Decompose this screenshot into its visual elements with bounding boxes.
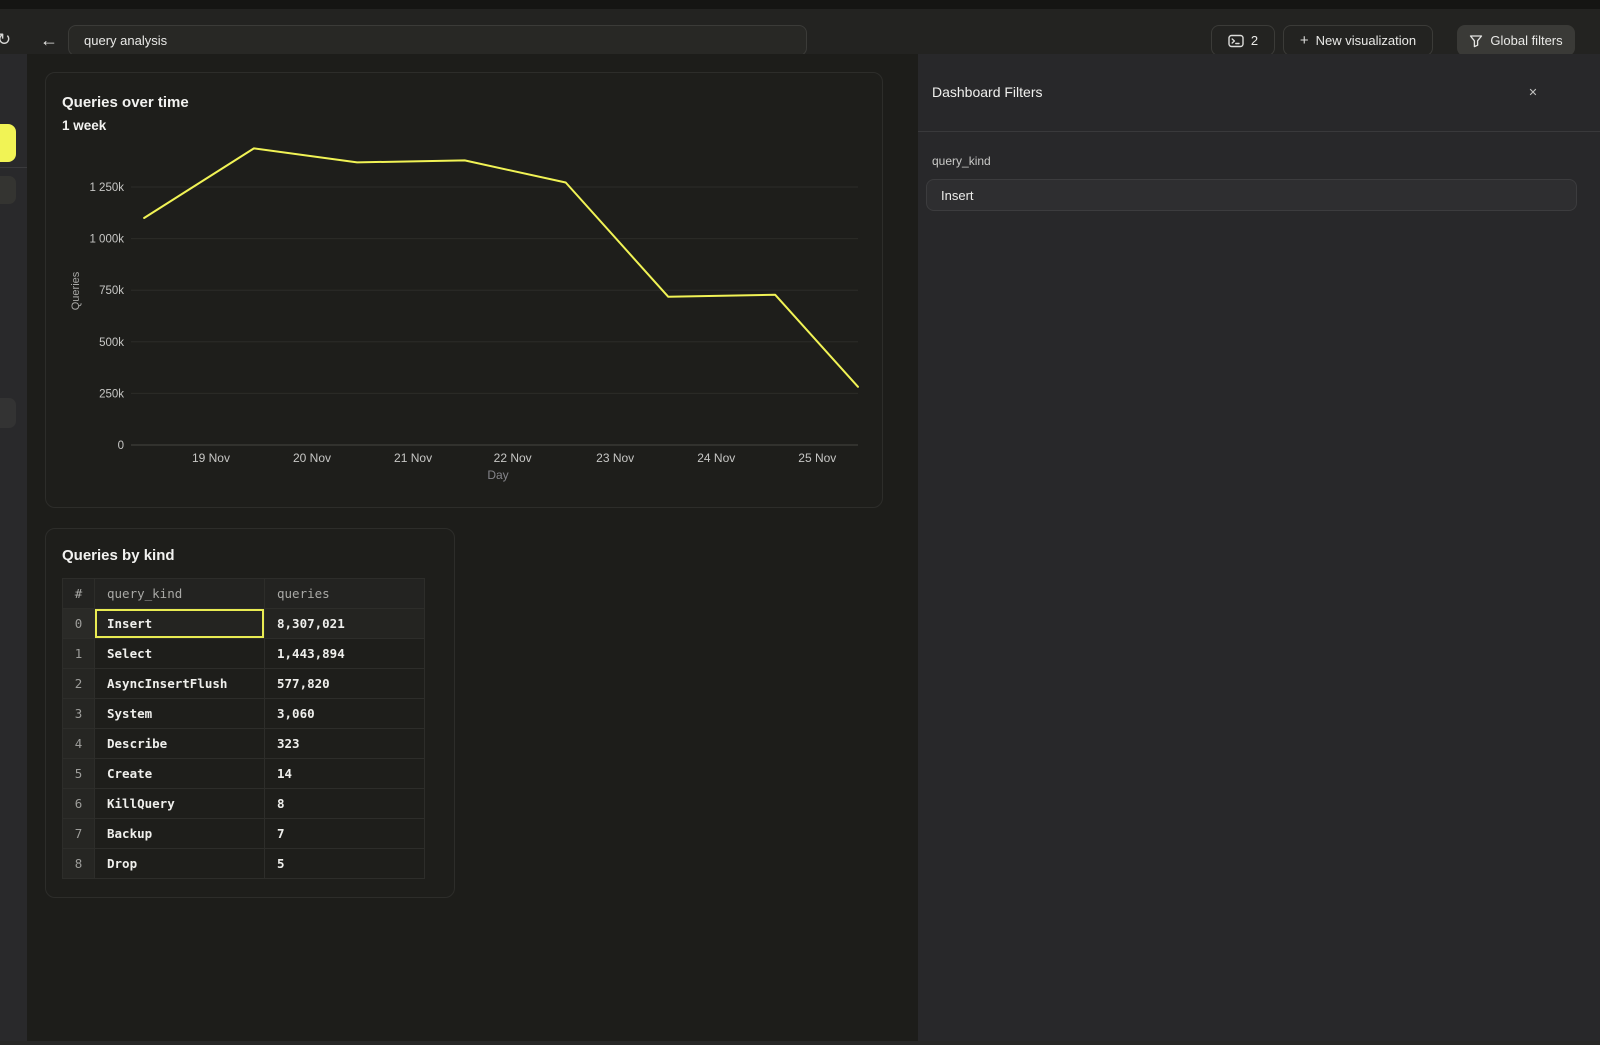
row-index-cell: 5 — [63, 759, 95, 789]
table-cell-query_kind[interactable]: KillQuery — [95, 789, 265, 819]
filter-field-label: query_kind — [932, 154, 991, 168]
table-cell-queries[interactable]: 8 — [265, 789, 425, 819]
global-filters-label: Global filters — [1490, 33, 1562, 48]
row-index-cell: 0 — [63, 609, 95, 639]
table-row: 2AsyncInsertFlush577,820 — [63, 669, 425, 699]
query-kind-filter-value: Insert — [941, 188, 974, 203]
row-index-cell: 6 — [63, 789, 95, 819]
table-cell-query_kind[interactable]: Select — [95, 639, 265, 669]
x-axis-tick-label: 21 Nov — [394, 451, 432, 465]
table-row: 4Describe323 — [63, 729, 425, 759]
query-kind-filter-select[interactable]: Insert — [926, 179, 1577, 211]
table-cell-queries[interactable]: 14 — [265, 759, 425, 789]
dashboard-filters-panel: Dashboard Filters ✕ query_kind Insert — [918, 54, 1600, 1045]
row-index-cell: 7 — [63, 819, 95, 849]
column-header-query_kind[interactable]: query_kind — [95, 579, 265, 609]
x-axis-tick-label: 19 Nov — [192, 451, 230, 465]
table-cell-queries[interactable]: 577,820 — [265, 669, 425, 699]
table-cell-query_kind[interactable]: Insert — [95, 609, 265, 639]
table-cell-queries[interactable]: 323 — [265, 729, 425, 759]
row-index-cell: 2 — [63, 669, 95, 699]
table-cell-query_kind[interactable]: Create — [95, 759, 265, 789]
funnel-icon — [1469, 34, 1483, 48]
new-visualization-label: New visualization — [1316, 33, 1416, 48]
series-line-queries — [144, 148, 858, 386]
table-cell-queries[interactable]: 7 — [265, 819, 425, 849]
dashboard-title-input[interactable] — [68, 25, 807, 56]
column-header-index[interactable]: # — [63, 579, 95, 609]
queries-over-time-card: Queries over time 1 week 0250k500k750k1 … — [45, 72, 883, 508]
table-title: Queries by kind — [62, 547, 175, 564]
table-cell-query_kind[interactable]: System — [95, 699, 265, 729]
x-axis-tick-label: 25 Nov — [798, 451, 836, 465]
sidebar-item-tertiary[interactable] — [0, 398, 16, 428]
window-title-strip — [0, 0, 1600, 9]
x-axis-tick-label: 24 Nov — [697, 451, 735, 465]
sidebar-item-secondary[interactable] — [0, 176, 16, 204]
left-sidebar — [0, 54, 27, 1045]
queries-over-time-line-chart: 0 250k 500k 750k 1 000k 1 250k 19 Nov 20 Nov 21 … — [46, 73, 884, 509]
column-header-queries[interactable]: queries — [265, 579, 425, 609]
table-cell-queries[interactable]: 8,307,021 — [265, 609, 425, 639]
table-cell-query_kind[interactable]: Drop — [95, 849, 265, 879]
queries-by-kind-table: #query_kindqueries0Insert8,307,0211Selec… — [62, 578, 425, 879]
table-cell-queries[interactable]: 1,443,894 — [265, 639, 425, 669]
table-cell-query_kind[interactable]: AsyncInsertFlush — [95, 669, 265, 699]
y-axis-tick-label: 0 — [118, 440, 124, 452]
table-cell-query_kind[interactable]: Backup — [95, 819, 265, 849]
row-index-cell: 1 — [63, 639, 95, 669]
x-axis-tick-label: 23 Nov — [596, 451, 634, 465]
table-row: 6KillQuery8 — [63, 789, 425, 819]
filters-panel-title: Dashboard Filters — [932, 84, 1043, 100]
window-bottom-edge — [0, 1041, 1600, 1045]
plus-icon: + — [1300, 32, 1309, 49]
x-axis-tick-label: 22 Nov — [494, 451, 532, 465]
history-icon[interactable]: ↻ — [0, 29, 15, 51]
table-row: 7Backup7 — [63, 819, 425, 849]
y-axis-tick-label: 1 250k — [89, 182, 124, 194]
table-row: 8Drop5 — [63, 849, 425, 879]
table-cell-queries[interactable]: 5 — [265, 849, 425, 879]
row-index-cell: 4 — [63, 729, 95, 759]
table-row: 1Select1,443,894 — [63, 639, 425, 669]
terminal-icon — [1228, 34, 1244, 48]
x-axis-title: Day — [487, 468, 508, 482]
table-row: 3System3,060 — [63, 699, 425, 729]
table-cell-queries[interactable]: 3,060 — [265, 699, 425, 729]
y-axis-title: Queries — [70, 271, 82, 310]
row-index-cell: 3 — [63, 699, 95, 729]
dashboard-canvas: Queries over time 1 week 0250k500k750k1 … — [27, 54, 918, 1045]
y-axis-tick-label: 250k — [99, 388, 124, 400]
y-axis-tick-label: 750k — [99, 285, 124, 297]
y-axis-tick-label: 500k — [99, 337, 124, 349]
queries-by-kind-card: Queries by kind #query_kindqueries0Inser… — [45, 528, 455, 898]
new-visualization-button[interactable]: + New visualization — [1283, 25, 1433, 56]
table-header-row: #query_kindqueries — [63, 579, 425, 609]
row-index-cell: 8 — [63, 849, 95, 879]
global-filters-button[interactable]: Global filters — [1457, 25, 1575, 56]
back-arrow-icon[interactable]: ← — [38, 28, 60, 52]
filters-panel-divider — [918, 131, 1600, 132]
query-tabs-button[interactable]: 2 — [1211, 25, 1275, 56]
query-tabs-count: 2 — [1251, 33, 1258, 48]
close-icon[interactable]: ✕ — [1524, 84, 1542, 102]
top-bar: ↻ ← 2 + New visualization Global filters — [0, 9, 1600, 54]
sidebar-item-active-dashboard[interactable] — [0, 124, 16, 162]
table-cell-query_kind[interactable]: Describe — [95, 729, 265, 759]
sidebar-divider — [0, 167, 27, 168]
x-axis-tick-label: 20 Nov — [293, 451, 331, 465]
table-row: 0Insert8,307,021 — [63, 609, 425, 639]
table-row: 5Create14 — [63, 759, 425, 789]
y-axis-tick-label: 1 000k — [89, 234, 124, 246]
